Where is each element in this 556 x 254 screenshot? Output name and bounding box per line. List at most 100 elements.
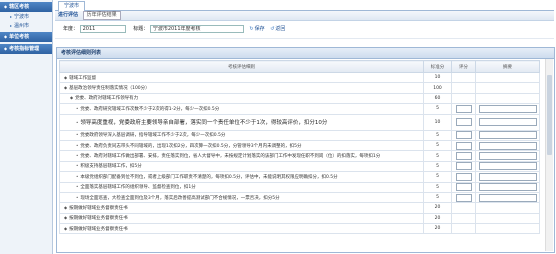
criteria-text: 按期做好辖域业务督察责任书 xyxy=(69,216,128,222)
score-cell xyxy=(451,113,476,131)
sidebar-item-0-1[interactable]: ▸ 温州市 xyxy=(0,21,52,30)
criteria-cell: • 积极支持基层辖域工作，扣5分 xyxy=(59,160,424,173)
tab-ningbo[interactable]: 宁波市 xyxy=(58,1,86,11)
sidebar-item-label: 温州市 xyxy=(14,23,30,29)
sidebar-group-2[interactable]: ◆ 考核指标管理 xyxy=(0,44,52,54)
criteria-cell: • 现场全面巡查，大检查全面到位及3个月，落实后改善提高测试部门不合规情况，一票否… xyxy=(59,191,424,204)
standard-score-cell: 5 xyxy=(423,191,452,204)
title-input[interactable] xyxy=(149,24,244,33)
bullet-icon: ◆ xyxy=(64,74,68,80)
summary-cell xyxy=(475,191,540,204)
score-cell xyxy=(451,103,476,115)
bullet-icon: ◆ xyxy=(64,215,68,221)
bullet-icon: • xyxy=(76,153,79,159)
bullet-icon: ◆ xyxy=(64,225,68,231)
standard-score-cell: 100 xyxy=(423,82,452,94)
table-row: ◆ 按期做好辖域业务督察责任书 20 xyxy=(59,202,540,214)
criteria-text: 按期做好辖域业务督察责任书 xyxy=(69,226,128,232)
panel-title: 考核评估细则列表 xyxy=(57,48,554,59)
score-cell xyxy=(451,150,476,162)
summary-cell xyxy=(475,150,540,162)
score-input[interactable] xyxy=(455,162,472,171)
summary-input[interactable] xyxy=(478,183,537,192)
standard-score-cell: 60 xyxy=(423,92,452,105)
score-input[interactable] xyxy=(455,118,472,127)
summary-input[interactable] xyxy=(478,162,537,171)
summary-input[interactable] xyxy=(478,118,537,127)
sidebar-item-0-0[interactable]: ▸ 宁波市 xyxy=(0,12,52,21)
score-input[interactable] xyxy=(455,104,472,113)
standard-score-cell: 20 xyxy=(423,212,452,225)
bullet-icon: ◆ xyxy=(64,204,68,210)
title-label: 标题： xyxy=(133,26,149,32)
standard-score-cell: 10 xyxy=(423,113,452,131)
standard-score-cell: 20 xyxy=(423,202,452,214)
save-button[interactable]: ↻保存 xyxy=(249,21,264,38)
score-cell xyxy=(451,181,476,193)
score-input[interactable] xyxy=(455,131,472,140)
group-marker-icon: ◆ xyxy=(4,46,8,51)
standard-score-cell: 5 xyxy=(423,171,452,183)
sidebar-group-1[interactable]: ◆ 单位考核 xyxy=(0,32,52,42)
criteria-text: 党委、政府对辖域工作领导有力 xyxy=(75,96,139,102)
item-arrow-icon: ▸ xyxy=(10,14,13,19)
bullet-icon: • xyxy=(76,184,79,190)
score-input[interactable] xyxy=(455,172,472,181)
summary-input[interactable] xyxy=(478,131,537,140)
back-button[interactable]: ↺返回 xyxy=(270,21,285,38)
criteria-cell: ◆ 按期做好辖域业务督察责任书 xyxy=(59,223,424,235)
table-row: ◆ 按期做好辖域业务督察责任书 20 xyxy=(59,212,540,225)
criteria-text: 积极支持基层辖域工作，扣5分 xyxy=(80,164,142,170)
criteria-cell: • 本级党组织部门配备到位不到位，或者上级部门工作职责不清楚的，每项扣0.5分，评… xyxy=(59,171,424,183)
summary-input[interactable] xyxy=(478,152,537,161)
score-input[interactable] xyxy=(455,141,472,150)
sidebar-group-label: 考核指标管理 xyxy=(9,46,40,52)
group-marker-icon: ◆ xyxy=(4,34,8,39)
summary-input[interactable] xyxy=(478,104,537,113)
criteria-cell: ◆ 按期做好辖域业务督察责任书 xyxy=(59,202,424,214)
score-cell xyxy=(451,223,476,235)
score-cell xyxy=(451,92,476,105)
table-row: ◆ 基层政治领导责任制落实情况（100分） 100 xyxy=(59,82,540,94)
summary-cell xyxy=(475,223,540,235)
scrollbar[interactable] xyxy=(545,59,553,251)
score-input[interactable] xyxy=(455,193,472,202)
standard-score-cell: 5 xyxy=(423,103,452,115)
table-row: ◆ 党委、政府对辖域工作领导有力 60 xyxy=(59,92,540,105)
table-row: • 党委、政府研究辖域工作次数不少于2次的得1-2分，每少一次扣0.5分 5 xyxy=(59,103,540,115)
column-header-summary: 摘要 xyxy=(475,60,540,73)
summary-input[interactable] xyxy=(478,141,537,150)
breadcrumb-current[interactable]: 进行评估 xyxy=(58,12,78,18)
bullet-icon: ◆ xyxy=(64,85,68,91)
summary-cell xyxy=(475,212,540,225)
bullet-icon: • xyxy=(76,173,79,179)
criteria-text: 领导高度重视，党委政府主要领导亲自部署，落实同一个责任单位不少于1次，得较高评价… xyxy=(80,120,328,127)
score-cell xyxy=(451,71,476,84)
table-row: ◆ 辖域工作监督 10 xyxy=(59,71,540,84)
summary-input[interactable] xyxy=(478,172,537,181)
table-row: • 党委、政府对辖域工作做出部署、安排，责任落实到位，省人大督导中，未按规定计划落… xyxy=(59,150,540,162)
criteria-text: 全面落实基层辖域工作的组织领导、监督检查到位，扣1分 xyxy=(80,185,196,191)
criteria-table: 考核评估细则 标准分 评分 摘要 ◆ 辖域工作监督 10 ◆ 基层政治领导责任制落实情况… xyxy=(59,60,540,235)
summary-cell xyxy=(475,202,540,214)
sidebar-group-0[interactable]: ◆ 辖区考核 xyxy=(0,2,52,12)
breadcrumb: 进行评估 历年评估结果 xyxy=(55,11,554,21)
bullet-icon: ◆ xyxy=(70,95,74,101)
table-row: • 现场全面巡查，大检查全面到位及3个月，落实后改善提高测试部门不合规情况，一票否… xyxy=(59,191,540,204)
summary-input[interactable] xyxy=(478,193,537,202)
save-label: 保存 xyxy=(254,26,265,32)
scrollbar-thumb[interactable] xyxy=(547,75,552,155)
criteria-text: 按期做好辖域业务督察责任书 xyxy=(69,205,128,211)
history-results-link[interactable]: 历年评估结果 xyxy=(82,11,121,20)
year-input[interactable] xyxy=(79,24,126,33)
standard-score-cell: 5 xyxy=(423,139,452,152)
standard-score-cell: 5 xyxy=(423,129,452,141)
score-input[interactable] xyxy=(455,152,472,161)
column-header-standard: 标准分 xyxy=(423,60,452,73)
score-input[interactable] xyxy=(455,183,472,192)
summary-cell xyxy=(475,92,540,105)
save-icon: ↻ xyxy=(249,26,254,32)
score-cell xyxy=(451,160,476,173)
criteria-text: 现场全面巡查，大检查全面到位及3个月，落实后改善提高测试部门不合规情况，一票否决… xyxy=(80,195,280,201)
criteria-cell: • 领导高度重视，党委政府主要领导亲自部署，落实同一个责任单位不少于1次，得较高评… xyxy=(59,113,424,131)
